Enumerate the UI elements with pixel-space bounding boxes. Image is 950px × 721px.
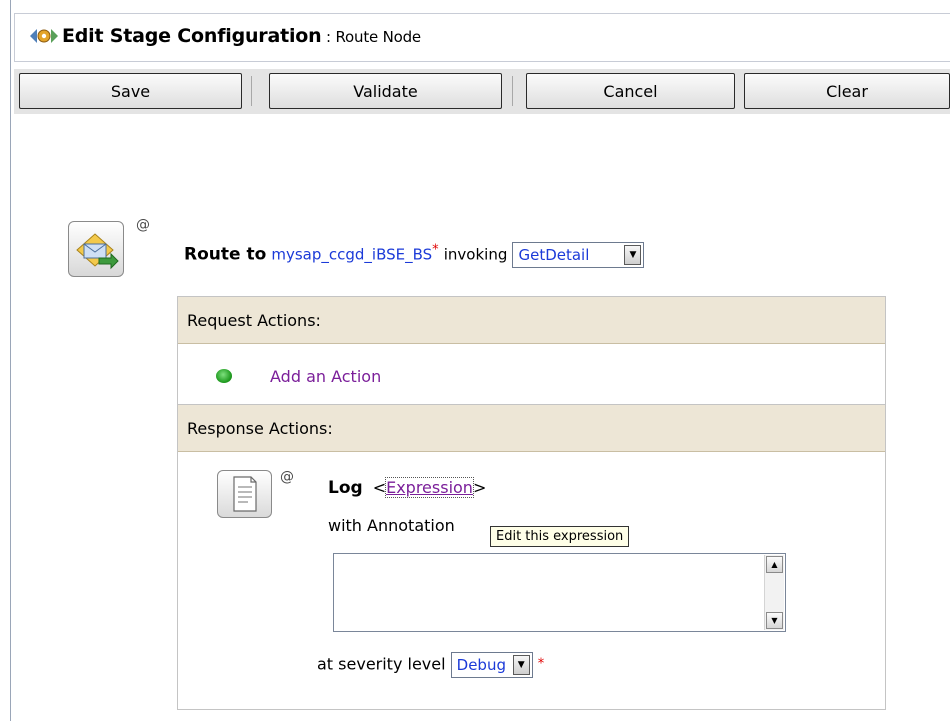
clear-button[interactable]: Clear: [744, 73, 950, 109]
route-line: Route to mysap_ccgd_iBSE_BS* invoking Ge…: [184, 242, 645, 268]
expression-link[interactable]: Expression: [385, 477, 474, 498]
severity-line: at severity level Debug ▼ *: [317, 652, 544, 678]
severity-select[interactable]: Debug ▼: [450, 652, 533, 678]
log-line: Log <Expression>: [328, 477, 487, 498]
annotation-textarea[interactable]: ▲ ▼: [333, 553, 786, 632]
annotation-scrollbar[interactable]: ▲ ▼: [764, 555, 784, 630]
save-button[interactable]: Save: [19, 73, 242, 109]
expression-tooltip: Edit this expression: [490, 526, 630, 547]
operation-select[interactable]: GetDetail ▼: [512, 242, 645, 268]
scroll-down-icon[interactable]: ▼: [766, 612, 783, 629]
response-actions-header: Response Actions:: [178, 405, 885, 452]
validate-button[interactable]: Validate: [269, 73, 502, 109]
cancel-button[interactable]: Cancel: [526, 73, 735, 109]
invoking-label: invoking: [443, 245, 508, 264]
severity-select-value: Debug: [456, 656, 506, 674]
page-title-text: Edit Stage Configuration: [62, 25, 322, 47]
operation-select-value: GetDetail: [518, 246, 590, 264]
chevron-down-icon[interactable]: ▼: [624, 245, 642, 265]
severity-label: at severity level: [317, 654, 446, 674]
route-annotation-at-icon: @: [136, 217, 150, 233]
annotation-label: with Annotation: [328, 516, 455, 535]
page-subtitle: Route Node: [335, 28, 421, 46]
route-label: Route to: [184, 244, 267, 265]
expression-close-bracket: >: [472, 478, 487, 497]
request-actions-header: Request Actions:: [178, 297, 885, 344]
route-service-link[interactable]: mysap_ccgd_iBSE_BS: [271, 246, 432, 264]
add-action-link[interactable]: Add an Action: [270, 367, 381, 386]
log-annotation-at-icon: @: [280, 469, 294, 485]
chevron-down-icon[interactable]: ▼: [512, 655, 530, 675]
severity-required-mark: *: [537, 656, 545, 672]
expression-open-bracket: <: [372, 478, 387, 497]
scroll-up-icon[interactable]: ▲: [766, 556, 783, 573]
page-title: Edit Stage Configuration : Route Node: [62, 25, 421, 47]
log-label: Log: [328, 478, 363, 498]
page-left-border: [10, 0, 11, 721]
route-envelope-icon[interactable]: [68, 221, 124, 277]
document-icon[interactable]: [217, 470, 272, 518]
page-title-separator: :: [321, 28, 336, 46]
toolbar-separator: [251, 76, 252, 106]
add-action-icon[interactable]: [216, 369, 232, 383]
actions-table: [177, 296, 886, 710]
toolbar-separator: [512, 76, 513, 106]
route-required-mark: *: [432, 242, 439, 258]
config-gear-icon: [30, 27, 58, 45]
